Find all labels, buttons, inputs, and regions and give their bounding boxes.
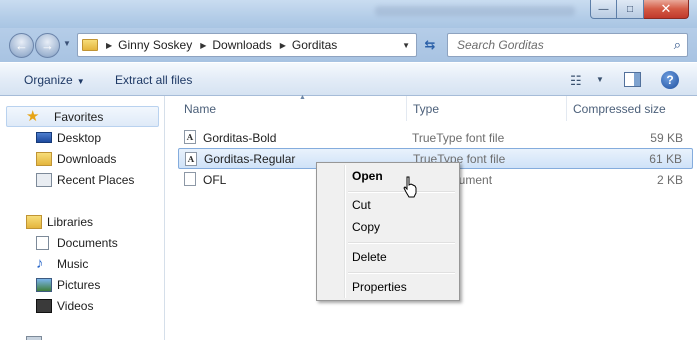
organize-button[interactable]: Organize ▼ <box>24 73 85 87</box>
arrow-right-icon: → <box>41 38 54 53</box>
downloads-folder-icon <box>36 151 52 166</box>
search-placeholder: Search Gorditas <box>457 38 544 52</box>
breadcrumb-gorditas[interactable]: Gorditas <box>292 38 337 52</box>
mouse-cursor-icon <box>403 176 417 198</box>
nav-recent-places[interactable]: Recent Places <box>0 169 165 190</box>
nav-videos[interactable]: Videos <box>0 295 165 316</box>
file-size: 59 KB <box>650 130 683 145</box>
star-icon: ★ <box>26 107 40 125</box>
column-header-type[interactable]: Type <box>407 96 567 121</box>
back-button[interactable]: ← <box>9 33 34 58</box>
close-button[interactable]: ✕ <box>644 0 689 19</box>
chevron-right-icon[interactable]: ▶ <box>200 41 206 50</box>
nav-videos-label: Videos <box>57 298 94 313</box>
arrow-left-icon: ← <box>15 38 28 53</box>
window-controls: — □ ✕ <box>590 0 689 19</box>
file-type: TrueType font file <box>412 130 505 145</box>
refresh-button[interactable]: ⇆ <box>421 37 439 53</box>
nav-pictures[interactable]: Pictures <box>0 274 165 295</box>
menu-separator <box>348 272 455 274</box>
column-header-compressed-size[interactable]: Compressed size <box>567 96 697 121</box>
search-input[interactable]: Search Gorditas ⌕ <box>447 33 688 57</box>
chevron-right-icon[interactable]: ▶ <box>106 41 112 50</box>
homegroup-icon[interactable] <box>26 336 42 340</box>
extract-all-button[interactable]: Extract all files <box>115 73 192 87</box>
nav-favorites-label: Favorites <box>54 109 104 124</box>
address-dropdown-icon[interactable]: ▼ <box>402 41 410 50</box>
view-dropdown-icon[interactable]: ▼ <box>596 75 604 84</box>
font-file-icon: A <box>185 152 197 166</box>
file-size: 61 KB <box>649 151 682 166</box>
chevron-right-icon[interactable]: ▶ <box>280 41 286 50</box>
breadcrumb-ginny-soskey[interactable]: Ginny Soskey <box>118 38 192 52</box>
nav-downloads[interactable]: Downloads <box>0 148 165 169</box>
file-name: Gorditas-Regular <box>204 151 296 166</box>
maximize-button[interactable]: □ <box>617 0 644 19</box>
pictures-icon <box>36 277 52 292</box>
libraries-icon <box>26 214 42 229</box>
documents-icon <box>36 235 49 250</box>
preview-pane-icon[interactable] <box>624 72 641 87</box>
column-type-label: Type <box>413 101 440 116</box>
file-name: Gorditas-Bold <box>203 130 277 145</box>
recent-places-icon <box>36 172 52 187</box>
music-icon: ♪ <box>36 254 44 272</box>
nav-documents-label: Documents <box>57 235 118 250</box>
file-size: 2 KB <box>656 172 683 187</box>
nav-recent-places-label: Recent Places <box>57 172 135 187</box>
command-bar: Organize ▼ Extract all files ☷ ▼ ? <box>0 62 697 96</box>
navigation-pane: ★ Favorites Desktop Downloads Recent Pla… <box>0 96 165 340</box>
nav-favorites[interactable]: ★ Favorites <box>6 106 159 127</box>
nav-desktop[interactable]: Desktop <box>0 127 165 148</box>
nav-libraries[interactable]: Libraries <box>0 211 165 232</box>
folder-icon <box>82 39 98 51</box>
column-header-name[interactable]: ▲ Name <box>178 94 407 121</box>
menu-separator <box>348 242 455 244</box>
minimize-button[interactable]: — <box>590 0 617 19</box>
desktop-icon <box>36 132 52 143</box>
organize-label: Organize <box>24 73 73 87</box>
forward-button[interactable]: → <box>35 33 60 58</box>
view-options-icon[interactable]: ☷ <box>570 73 582 89</box>
context-menu-delete[interactable]: Delete <box>319 246 457 268</box>
context-menu: Open Cut Copy Delete Properties <box>316 162 460 301</box>
nav-music[interactable]: ♪ Music <box>0 253 165 274</box>
recent-pages-dropdown[interactable]: ▼ <box>63 39 71 48</box>
font-file-icon: A <box>184 130 196 144</box>
column-name-label: Name <box>184 101 217 116</box>
context-menu-properties[interactable]: Properties <box>319 276 457 298</box>
context-menu-copy[interactable]: Copy <box>319 216 457 238</box>
nav-pictures-label: Pictures <box>57 277 101 292</box>
title-bar: — □ ✕ <box>0 0 697 28</box>
context-menu-cut[interactable]: Cut <box>319 194 457 216</box>
nav-libraries-label: Libraries <box>47 214 94 229</box>
nav-music-label: Music <box>57 256 89 271</box>
address-row: ← → ▼ ▶ Ginny Soskey ▶ Downloads ▶ Gordi… <box>0 28 697 62</box>
help-icon[interactable]: ? <box>661 71 679 89</box>
chevron-down-icon: ▼ <box>76 77 85 86</box>
sort-ascending-icon: ▲ <box>299 94 306 101</box>
address-bar[interactable]: ▶ Ginny Soskey ▶ Downloads ▶ Gorditas ▼ <box>77 33 417 57</box>
context-menu-open[interactable]: Open <box>319 165 457 187</box>
file-name: OFL <box>203 172 227 187</box>
search-icon[interactable]: ⌕ <box>674 37 681 53</box>
nav-downloads-label: Downloads <box>57 151 117 166</box>
refresh-icon: ⇆ <box>424 37 436 52</box>
file-row[interactable]: A Gorditas-Bold TrueType font file 59 KB <box>178 127 693 148</box>
nav-documents[interactable]: Documents <box>0 232 165 253</box>
background-window-blur <box>375 6 575 16</box>
videos-icon <box>36 298 52 313</box>
nav-desktop-label: Desktop <box>57 130 102 145</box>
menu-separator <box>348 191 455 193</box>
column-size-label: Compressed size <box>573 101 666 116</box>
breadcrumb-downloads[interactable]: Downloads <box>212 38 271 52</box>
text-file-icon <box>184 172 196 186</box>
